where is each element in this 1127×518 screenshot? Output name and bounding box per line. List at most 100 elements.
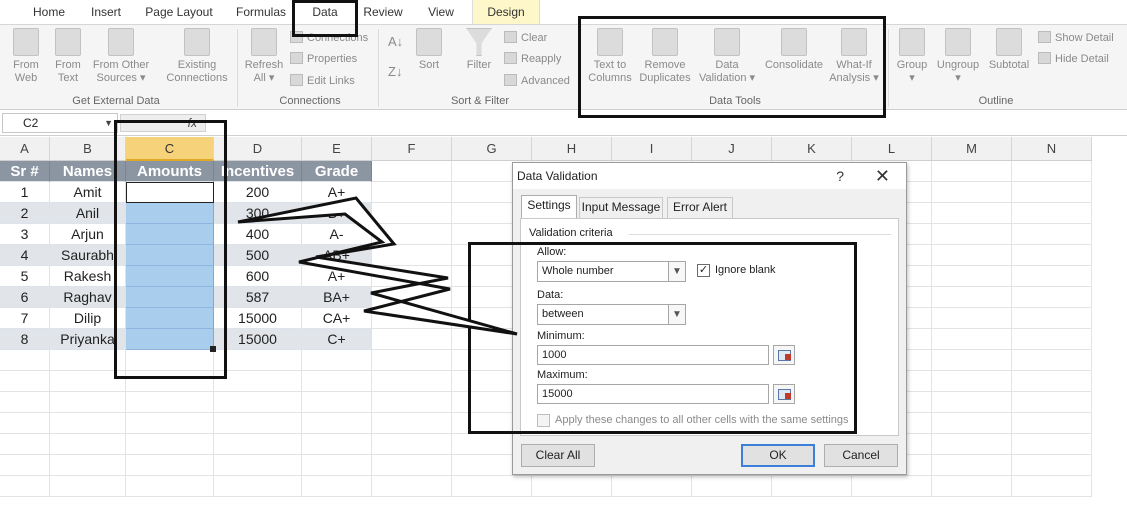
- empty-cell[interactable]: [1012, 203, 1092, 224]
- empty-cell[interactable]: [932, 434, 1012, 455]
- empty-cell[interactable]: [932, 371, 1012, 392]
- empty-cell[interactable]: [302, 476, 372, 497]
- apply-all-checkbox[interactable]: [537, 414, 550, 427]
- sort-descending-button[interactable]: Z↓: [388, 63, 402, 81]
- empty-cell[interactable]: [372, 224, 452, 245]
- empty-cell[interactable]: [932, 203, 1012, 224]
- empty-cell[interactable]: [302, 392, 372, 413]
- empty-cell[interactable]: [932, 392, 1012, 413]
- tab-data[interactable]: Data: [300, 0, 350, 24]
- dialog-title-bar[interactable]: Data Validation: [513, 163, 906, 189]
- from-other-sources-button[interactable]: From Other Sources ▾: [88, 28, 154, 85]
- table-cell[interactable]: Raghav: [50, 287, 126, 308]
- empty-cell[interactable]: [932, 476, 1012, 497]
- tab-page-layout[interactable]: Page Layout: [140, 0, 218, 24]
- table-cell[interactable]: A+: [302, 266, 372, 287]
- maximum-input[interactable]: 15000: [537, 384, 769, 404]
- table-header-cell[interactable]: Names: [50, 161, 126, 182]
- empty-cell[interactable]: [372, 434, 452, 455]
- empty-cell[interactable]: [932, 413, 1012, 434]
- table-cell[interactable]: Arjun: [50, 224, 126, 245]
- data-validation-button[interactable]: Data Validation ▾: [698, 28, 756, 85]
- empty-cell[interactable]: [126, 392, 214, 413]
- column-header-n[interactable]: N: [1012, 137, 1092, 161]
- tab-review[interactable]: Review: [356, 0, 410, 24]
- empty-cell[interactable]: [932, 329, 1012, 350]
- tab-error-alert[interactable]: Error Alert: [667, 197, 733, 218]
- table-cell[interactable]: 300: [214, 203, 302, 224]
- subtotal-button[interactable]: Subtotal: [984, 28, 1034, 72]
- column-header-a[interactable]: A: [0, 137, 50, 161]
- empty-cell[interactable]: [1012, 413, 1092, 434]
- empty-cell[interactable]: [372, 161, 452, 182]
- table-cell[interactable]: A+: [302, 182, 372, 203]
- column-header-c[interactable]: C: [126, 137, 214, 161]
- empty-cell[interactable]: [372, 413, 452, 434]
- ignore-blank-checkbox[interactable]: ✓: [697, 264, 710, 277]
- cancel-button[interactable]: Cancel: [824, 444, 898, 467]
- empty-cell[interactable]: [0, 371, 50, 392]
- empty-cell[interactable]: [0, 434, 50, 455]
- empty-cell[interactable]: [50, 413, 126, 434]
- table-header-cell[interactable]: Amounts: [126, 161, 214, 182]
- tab-design[interactable]: Design: [472, 0, 540, 24]
- empty-cell[interactable]: [0, 476, 50, 497]
- tab-formulas[interactable]: Formulas: [226, 0, 296, 24]
- empty-cell[interactable]: [50, 434, 126, 455]
- properties-button[interactable]: Properties: [290, 50, 357, 68]
- empty-cell[interactable]: [372, 203, 452, 224]
- tab-view[interactable]: View: [414, 0, 468, 24]
- tab-input-message[interactable]: Input Message: [579, 197, 663, 218]
- empty-cell[interactable]: [302, 434, 372, 455]
- selected-cell[interactable]: [126, 182, 214, 203]
- empty-cell[interactable]: [302, 371, 372, 392]
- empty-cell[interactable]: [932, 455, 1012, 476]
- selected-cell[interactable]: [126, 245, 214, 266]
- insert-function-button[interactable]: fx: [120, 114, 206, 132]
- column-header-f[interactable]: F: [372, 137, 452, 161]
- column-header-g[interactable]: G: [452, 137, 532, 161]
- table-cell[interactable]: 200: [214, 182, 302, 203]
- empty-cell[interactable]: [302, 413, 372, 434]
- table-cell[interactable]: C+: [302, 329, 372, 350]
- empty-cell[interactable]: [532, 476, 612, 497]
- table-cell[interactable]: 1: [0, 182, 50, 203]
- tab-insert[interactable]: Insert: [80, 0, 132, 24]
- text-to-columns-button[interactable]: Text to Columns: [586, 28, 634, 85]
- from-text-button[interactable]: From Text: [48, 28, 88, 85]
- selected-cell[interactable]: [126, 308, 214, 329]
- empty-cell[interactable]: [50, 455, 126, 476]
- empty-cell[interactable]: [1012, 182, 1092, 203]
- column-header-h[interactable]: H: [532, 137, 612, 161]
- hide-detail-button[interactable]: Hide Detail: [1038, 50, 1109, 68]
- empty-cell[interactable]: [0, 350, 50, 371]
- empty-cell[interactable]: [1012, 350, 1092, 371]
- show-detail-button[interactable]: Show Detail: [1038, 29, 1114, 47]
- empty-cell[interactable]: [1012, 308, 1092, 329]
- empty-cell[interactable]: [126, 371, 214, 392]
- empty-cell[interactable]: [1012, 455, 1092, 476]
- empty-cell[interactable]: [1012, 266, 1092, 287]
- table-cell[interactable]: 5: [0, 266, 50, 287]
- selected-cell[interactable]: [126, 203, 214, 224]
- table-cell[interactable]: BA+: [302, 287, 372, 308]
- group-button[interactable]: Group ▾: [892, 28, 932, 85]
- column-header-k[interactable]: K: [772, 137, 852, 161]
- empty-cell[interactable]: [1012, 287, 1092, 308]
- column-header-e[interactable]: E: [302, 137, 372, 161]
- empty-cell[interactable]: [372, 350, 452, 371]
- existing-connections-button[interactable]: Existing Connections: [160, 28, 234, 85]
- empty-cell[interactable]: [372, 245, 452, 266]
- table-cell[interactable]: 15000: [214, 329, 302, 350]
- connections-button[interactable]: Connections: [290, 29, 368, 47]
- table-cell[interactable]: 4: [0, 245, 50, 266]
- table-cell[interactable]: A-: [302, 224, 372, 245]
- column-header-d[interactable]: D: [214, 137, 302, 161]
- empty-cell[interactable]: [126, 413, 214, 434]
- table-cell[interactable]: CA+: [302, 308, 372, 329]
- empty-cell[interactable]: [50, 371, 126, 392]
- empty-cell[interactable]: [214, 455, 302, 476]
- edit-links-button[interactable]: Edit Links: [290, 72, 355, 90]
- ok-button[interactable]: OK: [741, 444, 815, 467]
- table-cell[interactable]: 6: [0, 287, 50, 308]
